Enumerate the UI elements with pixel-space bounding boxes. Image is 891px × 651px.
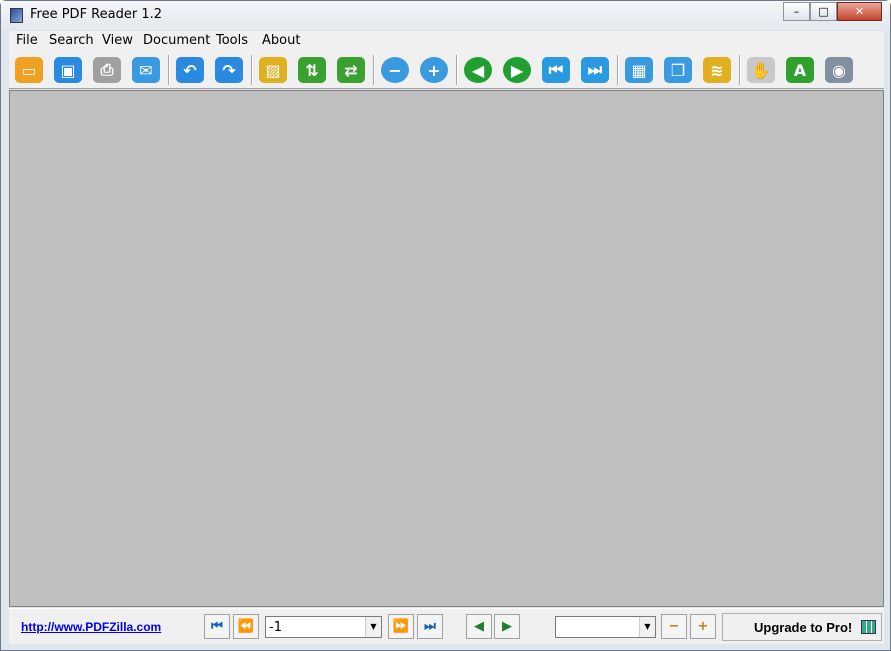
- hand-button[interactable]: ✋: [743, 54, 779, 86]
- window-title: Free PDF Reader 1.2: [30, 7, 162, 22]
- back-button[interactable]: ◀: [466, 614, 492, 639]
- upgrade-button[interactable]: Upgrade to Pro!: [722, 613, 882, 641]
- menu-document[interactable]: Document: [143, 33, 210, 48]
- single-page-icon: ▦: [625, 57, 653, 83]
- zoom-out-button[interactable]: −: [661, 614, 687, 639]
- swap-icon: ⇄: [337, 57, 365, 83]
- rotate-button[interactable]: ⇅: [294, 54, 330, 86]
- snapshot-button[interactable]: ◉: [821, 54, 857, 86]
- toolbar: ▭ ▣ ⎙ ✉ ↶ ↷ ▨ ⇅ ⇄ − + ◀ ▶ ⏮ ⏭ ▦ ❐ ≋ ✋ A ◉: [9, 51, 884, 89]
- redo-button[interactable]: ↷: [211, 54, 247, 86]
- snapshot-icon: ◉: [825, 57, 853, 83]
- page-number-value: -1: [269, 620, 282, 635]
- chevron-down-icon[interactable]: ▼: [365, 617, 381, 637]
- zoom-out-button[interactable]: −: [377, 54, 413, 86]
- zoom-out-icon: −: [381, 57, 409, 83]
- toolbar-separator: [251, 55, 253, 85]
- last-page-button[interactable]: ⏭: [577, 54, 613, 86]
- next-icon: ▶: [503, 57, 531, 83]
- chevron-down-icon[interactable]: ▼: [639, 617, 655, 637]
- first-page-button[interactable]: ⏮: [538, 54, 574, 86]
- zoom-in-button[interactable]: +: [690, 614, 716, 639]
- previous-page-button[interactable]: ⏪: [233, 614, 259, 639]
- first-page-icon: ⏮: [542, 57, 570, 83]
- app-window: Free PDF Reader 1.2 – □ ✕ File Search Vi…: [0, 0, 891, 651]
- scroll-icon: ≋: [703, 57, 731, 83]
- toolbar-separator: [373, 55, 375, 85]
- toolbar-separator: [168, 55, 170, 85]
- multi-page-icon: ❐: [664, 57, 692, 83]
- next-page-button[interactable]: ⏩: [388, 614, 414, 639]
- website-link[interactable]: http://www.PDFZilla.com: [21, 620, 161, 634]
- open-folder-icon: ▭: [15, 57, 43, 83]
- email-button[interactable]: ✉: [128, 54, 164, 86]
- next-button[interactable]: ▶: [499, 54, 535, 86]
- image-button[interactable]: ▨: [255, 54, 291, 86]
- zoom-in-button[interactable]: +: [416, 54, 452, 86]
- image-icon: ▨: [259, 57, 287, 83]
- maximize-button[interactable]: □: [810, 2, 837, 21]
- undo-button[interactable]: ↶: [172, 54, 208, 86]
- toolbar-separator: [739, 55, 741, 85]
- open-folder-button[interactable]: ▭: [11, 54, 47, 86]
- grid-icon: [861, 620, 876, 634]
- multi-page-button[interactable]: ❐: [660, 54, 696, 86]
- upgrade-label: Upgrade to Pro!: [754, 620, 853, 635]
- page-number-combo[interactable]: -1 ▼: [265, 616, 382, 638]
- scroll-button[interactable]: ≋: [699, 54, 735, 86]
- zoom-combo[interactable]: ▼: [555, 616, 656, 638]
- redo-icon: ↷: [215, 57, 243, 83]
- menu-file[interactable]: File: [16, 33, 38, 48]
- rotate-icon: ⇅: [298, 57, 326, 83]
- title-bar: Free PDF Reader 1.2 – □ ✕: [1, 1, 890, 30]
- status-bar: http://www.PDFZilla.com ⏮ ⏪ -1 ▼ ⏩ ⏭ ◀ ▶…: [9, 608, 884, 644]
- email-icon: ✉: [132, 57, 160, 83]
- zoom-in-icon: +: [420, 57, 448, 83]
- menu-about[interactable]: About: [262, 33, 300, 48]
- last-page-button[interactable]: ⏭: [417, 614, 443, 639]
- save-icon: ▣: [54, 57, 82, 83]
- menu-tools[interactable]: Tools: [216, 33, 248, 48]
- toolbar-separator: [617, 55, 619, 85]
- document-view[interactable]: [9, 90, 884, 607]
- print-icon: ⎙: [93, 57, 121, 83]
- close-button[interactable]: ✕: [837, 2, 882, 21]
- previous-icon: ◀: [464, 57, 492, 83]
- undo-icon: ↶: [176, 57, 204, 83]
- forward-button[interactable]: ▶: [494, 614, 520, 639]
- previous-button[interactable]: ◀: [460, 54, 496, 86]
- first-page-button[interactable]: ⏮: [204, 614, 230, 639]
- menu-search[interactable]: Search: [49, 33, 94, 48]
- text-select-icon: A: [786, 57, 814, 83]
- print-button[interactable]: ⎙: [89, 54, 125, 86]
- text-select-button[interactable]: A: [782, 54, 818, 86]
- save-button[interactable]: ▣: [50, 54, 86, 86]
- toolbar-separator: [456, 55, 458, 85]
- swap-button[interactable]: ⇄: [333, 54, 369, 86]
- last-page-icon: ⏭: [581, 57, 609, 83]
- app-icon: [10, 8, 23, 23]
- menu-view[interactable]: View: [102, 33, 133, 48]
- menu-bar: File Search View Document Tools About: [9, 31, 884, 51]
- single-page-button[interactable]: ▦: [621, 54, 657, 86]
- minimize-button[interactable]: –: [783, 2, 810, 21]
- hand-icon: ✋: [747, 57, 775, 83]
